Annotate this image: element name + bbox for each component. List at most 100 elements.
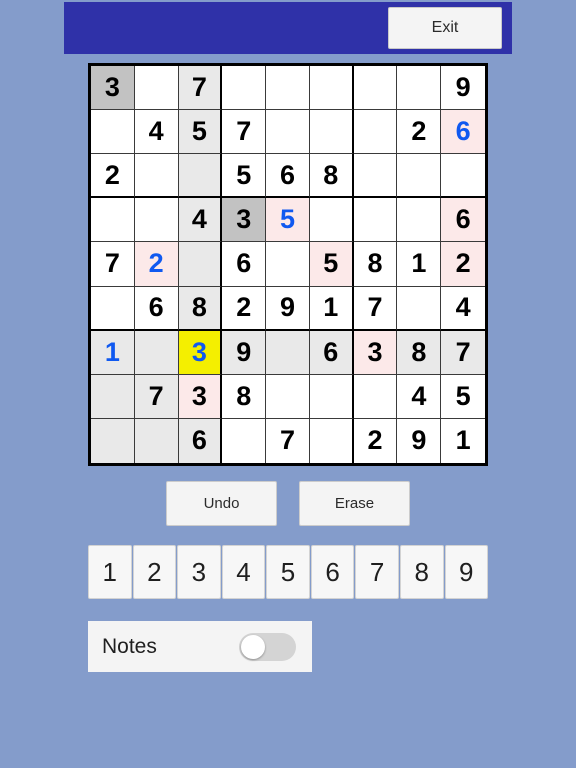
sudoku-cell-r2-c8[interactable]: 2 bbox=[397, 110, 442, 155]
number-button-6[interactable]: 6 bbox=[310, 545, 355, 599]
notes-label: Notes bbox=[102, 634, 157, 658]
sudoku-cell-r6-c6[interactable]: 1 bbox=[309, 286, 354, 331]
number-button-4[interactable]: 4 bbox=[221, 545, 266, 599]
sudoku-cell-r3-c6[interactable]: 8 bbox=[309, 154, 354, 199]
sudoku-cell-r1-c1[interactable]: 3 bbox=[91, 66, 135, 111]
sudoku-cell-r8-c8[interactable]: 4 bbox=[397, 374, 442, 419]
number-button-1[interactable]: 1 bbox=[88, 545, 132, 599]
sudoku-cell-r4-c6[interactable] bbox=[309, 198, 354, 243]
sudoku-cell-r4-c5[interactable]: 5 bbox=[266, 198, 310, 243]
sudoku-cell-r5-c6[interactable]: 5 bbox=[309, 242, 354, 287]
sudoku-cell-r7-c4[interactable]: 9 bbox=[222, 330, 267, 375]
sudoku-cell-r1-c9[interactable]: 9 bbox=[441, 66, 485, 111]
sudoku-cell-r5-c4[interactable]: 6 bbox=[222, 242, 267, 287]
sudoku-cell-r9-c3[interactable]: 6 bbox=[178, 418, 223, 463]
sudoku-cell-r2-c5[interactable] bbox=[266, 110, 310, 155]
sudoku-cell-r2-c2[interactable]: 4 bbox=[134, 110, 179, 155]
sudoku-cell-r6-c1[interactable] bbox=[91, 286, 135, 331]
sudoku-cell-r1-c3[interactable]: 7 bbox=[178, 66, 223, 111]
sudoku-cell-r5-c7[interactable]: 8 bbox=[353, 242, 398, 287]
number-button-8[interactable]: 8 bbox=[399, 545, 444, 599]
sudoku-cell-r8-c4[interactable]: 8 bbox=[222, 374, 267, 419]
sudoku-cell-r9-c6[interactable] bbox=[309, 418, 354, 463]
sudoku-cell-r5-c1[interactable]: 7 bbox=[91, 242, 135, 287]
sudoku-cell-r3-c4[interactable]: 5 bbox=[222, 154, 267, 199]
sudoku-cell-r4-c1[interactable] bbox=[91, 198, 135, 243]
sudoku-cell-r7-c8[interactable]: 8 bbox=[397, 330, 442, 375]
sudoku-cell-r8-c9[interactable]: 5 bbox=[441, 374, 485, 419]
sudoku-cell-r7-c3[interactable]: 3 bbox=[178, 330, 223, 375]
action-button-row: Undo Erase bbox=[88, 481, 488, 526]
number-button-7[interactable]: 7 bbox=[355, 545, 399, 599]
sudoku-cell-r6-c3[interactable]: 8 bbox=[178, 286, 223, 331]
sudoku-cell-r7-c2[interactable] bbox=[134, 330, 179, 375]
erase-button[interactable]: Erase bbox=[299, 481, 410, 526]
sudoku-cell-r9-c5[interactable]: 7 bbox=[266, 418, 310, 463]
sudoku-cell-r2-c3[interactable]: 5 bbox=[178, 110, 223, 155]
sudoku-cell-r9-c9[interactable]: 1 bbox=[441, 418, 485, 463]
sudoku-cell-r2-c4[interactable]: 7 bbox=[222, 110, 267, 155]
sudoku-cell-r6-c5[interactable]: 9 bbox=[266, 286, 310, 331]
sudoku-grid[interactable]: 3794572625684356726581268291741396387738… bbox=[88, 63, 488, 466]
number-pad: 123456789 bbox=[88, 545, 489, 599]
sudoku-cell-r3-c3[interactable] bbox=[178, 154, 223, 199]
sudoku-cell-r1-c7[interactable] bbox=[353, 66, 398, 111]
sudoku-cell-r2-c6[interactable] bbox=[309, 110, 354, 155]
sudoku-cell-r6-c2[interactable]: 6 bbox=[134, 286, 179, 331]
sudoku-cell-r5-c5[interactable] bbox=[266, 242, 310, 287]
sudoku-cell-r5-c9[interactable]: 2 bbox=[441, 242, 485, 287]
sudoku-cell-r5-c2[interactable]: 2 bbox=[134, 242, 179, 287]
sudoku-cell-r7-c7[interactable]: 3 bbox=[353, 330, 398, 375]
exit-button[interactable]: Exit bbox=[388, 7, 502, 49]
sudoku-cell-r4-c8[interactable] bbox=[397, 198, 442, 243]
sudoku-cell-r4-c4[interactable]: 3 bbox=[222, 198, 267, 243]
sudoku-cell-r9-c7[interactable]: 2 bbox=[353, 418, 398, 463]
sudoku-cell-r2-c7[interactable] bbox=[353, 110, 398, 155]
sudoku-cell-r9-c1[interactable] bbox=[91, 418, 135, 463]
number-button-3[interactable]: 3 bbox=[177, 545, 221, 599]
sudoku-cell-r4-c9[interactable]: 6 bbox=[441, 198, 485, 243]
undo-button[interactable]: Undo bbox=[166, 481, 277, 526]
sudoku-cell-r6-c9[interactable]: 4 bbox=[441, 286, 485, 331]
sudoku-cell-r7-c1[interactable]: 1 bbox=[91, 330, 135, 375]
sudoku-cell-r1-c2[interactable] bbox=[134, 66, 179, 111]
sudoku-cell-r6-c7[interactable]: 7 bbox=[353, 286, 398, 331]
sudoku-cell-r3-c8[interactable] bbox=[397, 154, 442, 199]
sudoku-cell-r3-c9[interactable] bbox=[441, 154, 485, 199]
sudoku-cell-r9-c2[interactable] bbox=[134, 418, 179, 463]
sudoku-cell-r7-c5[interactable] bbox=[266, 330, 310, 375]
sudoku-cell-r8-c5[interactable] bbox=[266, 374, 310, 419]
sudoku-cell-r2-c1[interactable] bbox=[91, 110, 135, 155]
sudoku-cell-r7-c9[interactable]: 7 bbox=[441, 330, 485, 375]
sudoku-cell-r3-c5[interactable]: 6 bbox=[266, 154, 310, 199]
sudoku-cell-r5-c8[interactable]: 1 bbox=[397, 242, 442, 287]
sudoku-cell-r8-c2[interactable]: 7 bbox=[134, 374, 179, 419]
notes-toggle-row[interactable]: Notes bbox=[88, 621, 312, 672]
sudoku-cell-r9-c8[interactable]: 9 bbox=[397, 418, 442, 463]
sudoku-cell-r8-c7[interactable] bbox=[353, 374, 398, 419]
sudoku-cell-r1-c5[interactable] bbox=[266, 66, 310, 111]
app-header-bar: Exit bbox=[64, 2, 512, 54]
sudoku-cell-r6-c4[interactable]: 2 bbox=[222, 286, 267, 331]
sudoku-cell-r2-c9[interactable]: 6 bbox=[441, 110, 485, 155]
sudoku-cell-r3-c7[interactable] bbox=[353, 154, 398, 199]
sudoku-cell-r8-c3[interactable]: 3 bbox=[178, 374, 223, 419]
sudoku-cell-r3-c2[interactable] bbox=[134, 154, 179, 199]
sudoku-cell-r8-c1[interactable] bbox=[91, 374, 135, 419]
number-button-5[interactable]: 5 bbox=[266, 545, 310, 599]
sudoku-cell-r4-c3[interactable]: 4 bbox=[178, 198, 223, 243]
number-button-2[interactable]: 2 bbox=[132, 545, 177, 599]
sudoku-cell-r1-c4[interactable] bbox=[222, 66, 267, 111]
sudoku-cell-r8-c6[interactable] bbox=[309, 374, 354, 419]
sudoku-cell-r4-c7[interactable] bbox=[353, 198, 398, 243]
sudoku-cell-r1-c6[interactable] bbox=[309, 66, 354, 111]
sudoku-cell-r6-c8[interactable] bbox=[397, 286, 442, 331]
sudoku-cell-r5-c3[interactable] bbox=[178, 242, 223, 287]
sudoku-cell-r4-c2[interactable] bbox=[134, 198, 179, 243]
number-button-9[interactable]: 9 bbox=[444, 545, 489, 599]
sudoku-cell-r9-c4[interactable] bbox=[222, 418, 267, 463]
sudoku-cell-r7-c6[interactable]: 6 bbox=[309, 330, 354, 375]
sudoku-cell-r3-c1[interactable]: 2 bbox=[91, 154, 135, 199]
notes-toggle-switch[interactable] bbox=[239, 632, 296, 661]
sudoku-cell-r1-c8[interactable] bbox=[397, 66, 442, 111]
